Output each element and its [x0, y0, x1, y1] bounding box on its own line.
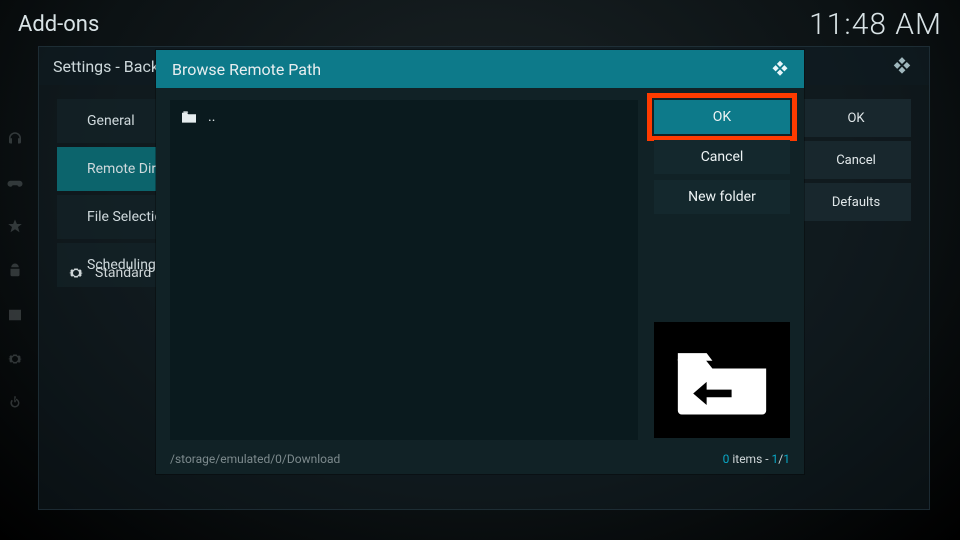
dialog-cancel-button[interactable]: Cancel [654, 140, 790, 174]
dialog-title: Browse Remote Path [172, 60, 321, 79]
headphones-icon [6, 130, 24, 148]
settings-level[interactable]: Standard [57, 255, 151, 291]
gamepad-icon [6, 174, 24, 192]
dialog-ok-button[interactable]: OK [654, 100, 790, 134]
path-list[interactable]: .. [170, 100, 638, 440]
dialog-actions: OK Cancel New folder [654, 100, 790, 214]
clock: 11:48 AM [809, 7, 942, 42]
current-path: /storage/emulated/0/Download [170, 452, 340, 466]
picture-icon [6, 306, 24, 324]
folder-back-icon [674, 341, 770, 419]
list-item-parent[interactable]: .. [170, 100, 638, 134]
settings-icon [6, 350, 24, 368]
settings-level-label: Standard [95, 265, 151, 281]
card-button-column: OK Cancel Defaults [801, 99, 911, 221]
star-icon [6, 218, 24, 236]
dialog-preview [654, 322, 790, 438]
browse-dialog: Browse Remote Path .. OK Cancel New fold… [156, 50, 804, 474]
left-rail [0, 130, 30, 412]
folder-up-icon [180, 110, 198, 124]
dialog-new-folder-button[interactable]: New folder [654, 180, 790, 214]
kodi-logo-icon [891, 53, 913, 79]
power-icon [6, 394, 24, 412]
card-ok-button[interactable]: OK [801, 99, 911, 137]
list-item-label: .. [208, 109, 215, 125]
card-cancel-button[interactable]: Cancel [801, 141, 911, 179]
items-count: 0 items - 1/1 [723, 452, 790, 466]
kodi-logo-icon [770, 57, 790, 81]
android-icon [6, 262, 24, 280]
page-title: Add-ons [18, 12, 99, 37]
card-defaults-button[interactable]: Defaults [801, 183, 911, 221]
gear-icon [67, 264, 85, 282]
